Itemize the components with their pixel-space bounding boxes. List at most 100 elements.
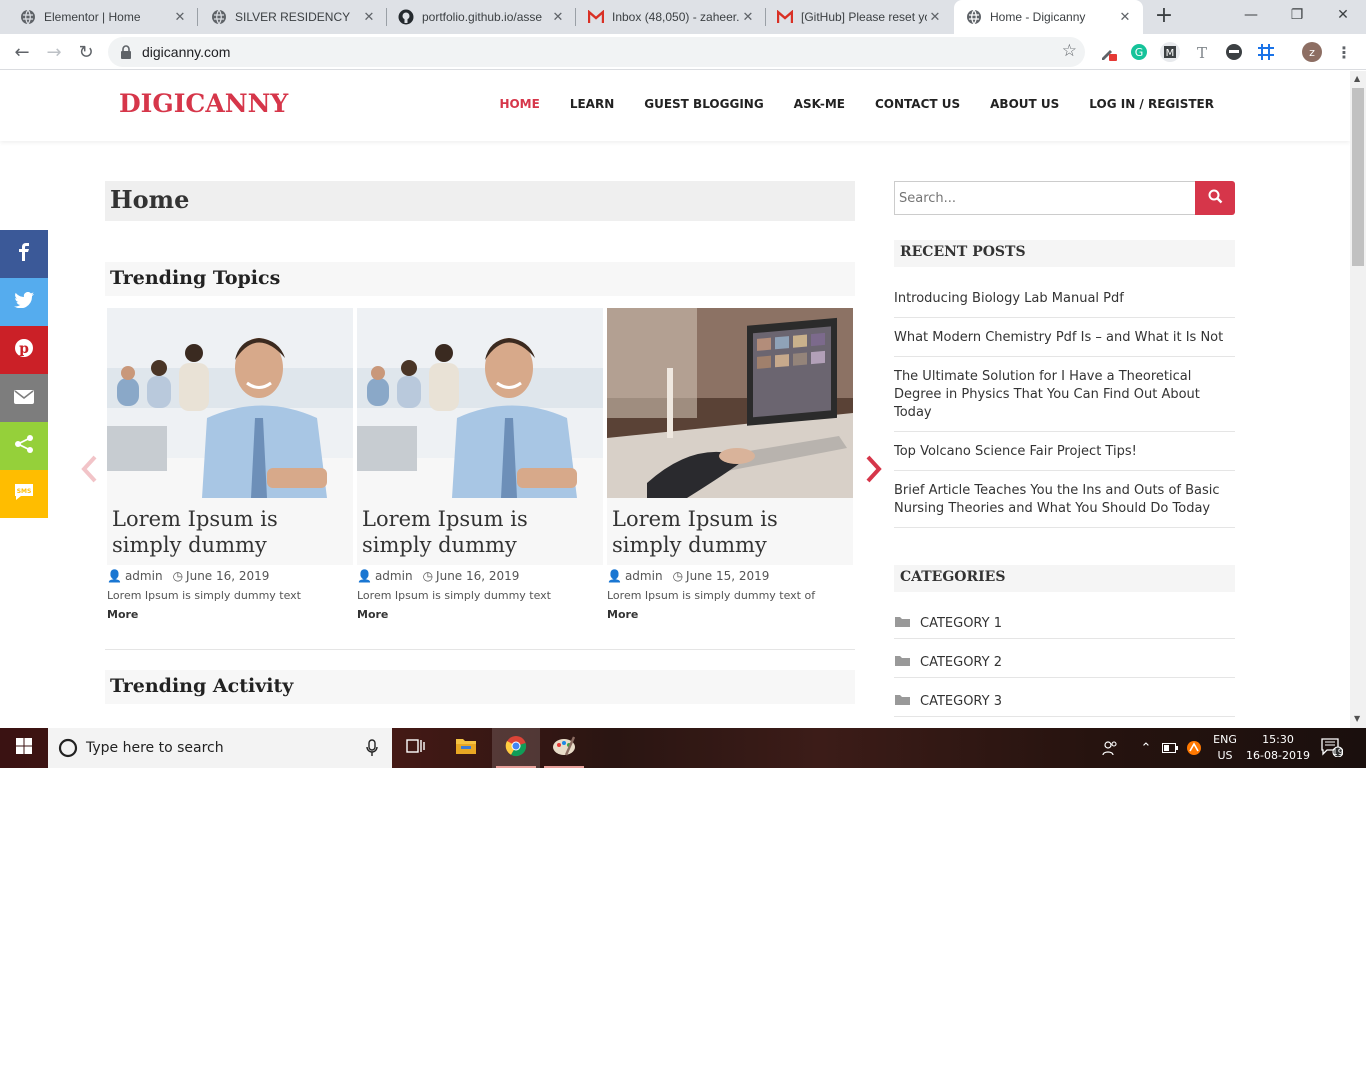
scrollbar-thumb[interactable] (1352, 88, 1364, 266)
date-meta: ◷ June 16, 2019 (173, 569, 270, 583)
browser-tab[interactable]: [GitHub] Please reset yo ✕ (757, 0, 953, 34)
recent-post-link[interactable]: The Ultimate Solution for I Have a Theor… (894, 368, 1235, 432)
back-button[interactable]: ← (8, 38, 36, 66)
post-card[interactable]: Lorem Ipsum is simply dummy 👤 admin ◷ June… (607, 308, 853, 621)
browser-tab[interactable]: Inbox (48,050) - zaheer. ✕ (568, 0, 766, 34)
folder-icon (894, 693, 911, 710)
browser-tab[interactable]: Elementor | Home ✕ (0, 0, 198, 34)
svg-text:p: p (19, 341, 29, 357)
clock-icon: ◷ (422, 569, 434, 583)
site-logo[interactable]: DIGICANNY (119, 89, 288, 118)
nav-login-register[interactable]: LOG IN / REGISTER (1089, 97, 1214, 111)
recent-post-link[interactable]: What Modern Chemistry Pdf Is – and What … (894, 329, 1235, 357)
close-icon[interactable]: ✕ (1117, 9, 1133, 25)
restore-button[interactable]: ❐ (1274, 0, 1320, 30)
paint-taskbar-button[interactable] (540, 728, 588, 768)
browser-tab-active[interactable]: Home - Digicanny ✕ (954, 0, 1143, 34)
generic-share-button[interactable] (0, 422, 48, 470)
close-icon[interactable]: ✕ (927, 9, 943, 25)
taskbar-search-box[interactable]: Type here to search (48, 728, 392, 768)
browser-tab[interactable]: portfolio.github.io/asse ✕ (378, 0, 576, 34)
author-meta[interactable]: 👤 admin (107, 569, 163, 583)
carousel-next-arrow[interactable] (864, 454, 884, 484)
gmail-icon (588, 9, 604, 25)
author-meta[interactable]: 👤 admin (357, 569, 413, 583)
post-author: admin (374, 569, 413, 583)
nav-home[interactable]: HOME (499, 97, 539, 111)
profile-avatar[interactable]: z (1302, 42, 1322, 62)
search-button[interactable] (1195, 181, 1235, 215)
nav-about-us[interactable]: ABOUT US (990, 97, 1059, 111)
twitter-icon (14, 292, 34, 312)
task-view-button[interactable] (392, 728, 440, 768)
read-more-link[interactable]: More (607, 608, 853, 621)
recent-post-link[interactable]: Top Volcano Science Fair Project Tips! (894, 443, 1235, 471)
post-excerpt: Lorem Ipsum is simply dummy text (107, 589, 301, 602)
avast-icon[interactable] (1184, 728, 1204, 768)
laptop-photo[interactable] (607, 308, 853, 498)
post-card-title[interactable]: Lorem Ipsum is simply dummy (107, 498, 353, 565)
battery-icon[interactable] (1160, 728, 1180, 768)
post-card[interactable]: Lorem Ipsum is simply dummy 👤 admin ◷ June… (357, 308, 603, 621)
office-man-photo[interactable] (357, 308, 603, 498)
email-share-button[interactable] (0, 374, 48, 422)
read-more-link[interactable]: More (357, 608, 603, 621)
minimize-button[interactable]: — (1228, 0, 1274, 30)
category-item[interactable]: CATEGORY 3 (894, 687, 1235, 717)
page-viewport: DIGICANNY HOME LEARN GUEST BLOGGING ASK-… (0, 71, 1350, 728)
reload-button[interactable]: ↻ (72, 38, 100, 66)
chrome-taskbar-button[interactable] (492, 728, 540, 768)
new-tab-button[interactable]: + (1152, 5, 1176, 29)
read-more-link[interactable]: More (107, 608, 353, 621)
category-item[interactable]: CATEGORY 1 (894, 609, 1235, 639)
close-icon[interactable]: ✕ (740, 9, 756, 25)
recent-post-link[interactable]: Brief Article Teaches You the Ins and Ou… (894, 482, 1235, 528)
menu-kebab-icon[interactable]: ⋮ (1334, 42, 1354, 62)
nav-learn[interactable]: LEARN (570, 97, 614, 111)
facebook-share-button[interactable] (0, 230, 48, 278)
notification-count-badge: 19 (1332, 748, 1344, 758)
start-button[interactable] (0, 728, 48, 768)
author-meta[interactable]: 👤 admin (607, 569, 663, 583)
chevron-up-icon[interactable]: ⌃ (1136, 728, 1156, 768)
extension-grid-icon[interactable] (1256, 42, 1276, 62)
extension-mask-icon[interactable] (1224, 42, 1244, 62)
post-card-title[interactable]: Lorem Ipsum is simply dummy (357, 498, 603, 565)
post-card-title[interactable]: Lorem Ipsum is simply dummy (607, 498, 853, 565)
language-indicator[interactable]: ENG US (1206, 728, 1244, 768)
bookmark-star-icon[interactable]: ☆ (1062, 41, 1077, 61)
sms-share-button[interactable]: SMS (0, 470, 48, 518)
grammarly-icon[interactable]: G (1129, 42, 1149, 62)
nav-contact-us[interactable]: CONTACT US (875, 97, 960, 111)
close-icon[interactable]: ✕ (172, 9, 188, 25)
nav-ask-me[interactable]: ASK-ME (794, 97, 845, 111)
scroll-up-arrow[interactable]: ▲ (1354, 74, 1360, 83)
clock[interactable]: 15:30 16-08-2019 (1246, 728, 1310, 768)
close-icon[interactable]: ✕ (361, 9, 377, 25)
category-item[interactable]: CATEGORY 2 (894, 648, 1235, 678)
action-center-button[interactable]: 19 (1318, 728, 1346, 768)
post-card[interactable]: Lorem Ipsum is simply dummy 👤 admin ◷ June… (107, 308, 353, 621)
url-text: digicanny.com (142, 44, 231, 60)
close-icon[interactable]: ✕ (550, 9, 566, 25)
extension-text-icon[interactable]: T (1192, 42, 1212, 62)
nav-guest-blogging[interactable]: GUEST BLOGGING (644, 97, 763, 111)
address-bar[interactable]: digicanny.com ☆ (108, 37, 1085, 67)
extension-m-icon[interactable]: M (1160, 42, 1180, 62)
close-window-button[interactable]: ✕ (1320, 0, 1366, 30)
forward-button[interactable]: → (40, 38, 68, 66)
recent-post-link[interactable]: Introducing Biology Lab Manual Pdf (894, 290, 1235, 318)
search-input[interactable] (894, 181, 1196, 215)
office-man-photo[interactable] (107, 308, 353, 498)
microphone-icon[interactable] (366, 739, 378, 761)
people-icon[interactable] (1098, 728, 1122, 768)
file-explorer-button[interactable] (442, 728, 490, 768)
pinterest-share-button[interactable]: p (0, 326, 48, 374)
screen: Elementor | Home ✕ SILVER RESIDENCY ✕ po… (0, 0, 1366, 1066)
extension-eyedropper-icon[interactable] (1098, 42, 1118, 62)
scroll-down-arrow[interactable]: ▼ (1354, 714, 1360, 723)
browser-tab[interactable]: SILVER RESIDENCY ✕ (191, 0, 387, 34)
twitter-share-button[interactable] (0, 278, 48, 326)
page-scrollbar[interactable]: ▲ ▼ (1350, 71, 1366, 728)
carousel-prev-arrow[interactable] (79, 454, 99, 484)
